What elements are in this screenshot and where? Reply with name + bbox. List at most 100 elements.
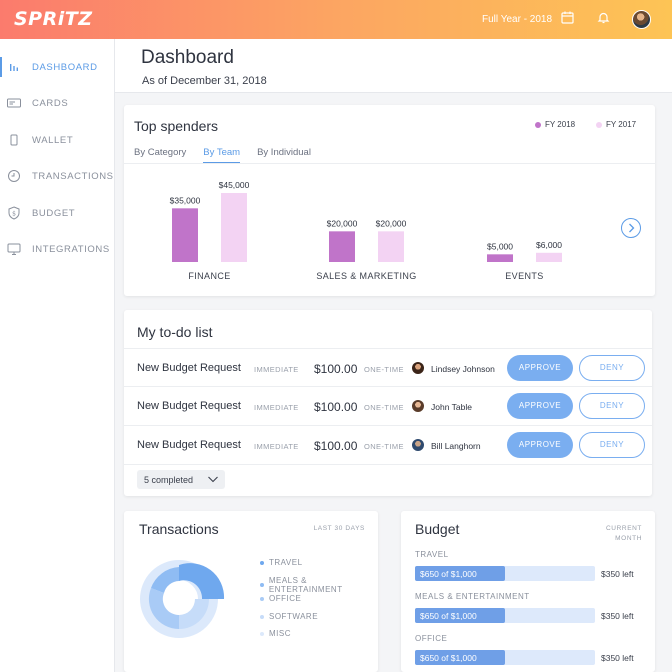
- top-spenders-card: Top spenders FY 2018 FY 2017 By Category…: [124, 105, 655, 296]
- period-selector[interactable]: Full Year - 2018: [482, 14, 552, 25]
- divider: [124, 163, 655, 164]
- avatar: [412, 439, 424, 451]
- transactions-card: Transactions LAST 30 DAYS TRAVEL MEALS &…: [124, 511, 378, 672]
- bar: [221, 193, 247, 262]
- category-label: SALES & MARKETING: [316, 271, 416, 281]
- completed-label: 5 completed: [144, 475, 194, 485]
- tab-by-individual[interactable]: By Individual: [257, 147, 311, 163]
- sidebar-item-integrations[interactable]: INTEGRATIONS: [0, 239, 115, 259]
- legend-label: MEALS & ENTERTAINMENT: [268, 576, 343, 594]
- todo-row: New Budget Request IMMEDIATE $100.00 ONE…: [124, 426, 652, 465]
- card-title: My to-do list: [137, 324, 213, 340]
- legend-dot: [260, 583, 264, 587]
- bell-icon[interactable]: [597, 11, 610, 24]
- todo-priority: IMMEDIATE: [254, 442, 299, 451]
- data-label: $35,000: [170, 195, 201, 205]
- legend-dot: [260, 631, 264, 636]
- legend-swatch: [596, 121, 602, 128]
- sidebar-item-cards[interactable]: CARDS: [0, 93, 115, 113]
- legend-swatch: [535, 121, 541, 128]
- budget-category: TRAVEL: [415, 550, 449, 559]
- data-label: $5,000: [487, 241, 513, 251]
- data-label: $6,000: [536, 240, 562, 250]
- top-bar: SPRiTZ Full Year - 2018: [0, 0, 672, 39]
- legend-label: TRAVEL: [269, 558, 303, 567]
- bar: [378, 231, 404, 262]
- sidebar-item-budget[interactable]: $ BUDGET: [0, 203, 115, 223]
- legend-label: MISC: [269, 629, 291, 638]
- legend-label: OFFICE: [269, 594, 302, 603]
- calendar-icon[interactable]: [561, 11, 574, 24]
- approve-button[interactable]: APPROVE: [507, 432, 573, 458]
- approve-button[interactable]: APPROVE: [507, 393, 573, 419]
- todo-title: New Budget Request: [137, 439, 241, 451]
- budget-card: Budget CURRENT MONTH TRAVEL $650 of $1,0…: [401, 511, 655, 672]
- monitor-icon: [7, 243, 21, 255]
- todo-amount: $100.00: [314, 362, 358, 376]
- budget-progress-bar: $650 of $1,000: [415, 608, 595, 623]
- budget-progress-fill: $650 of $1,000: [415, 566, 505, 581]
- deny-button[interactable]: DENY: [579, 393, 645, 419]
- avatar: [412, 362, 424, 374]
- page-header: Dashboard As of December 31, 2018: [115, 39, 672, 93]
- sidebar: DASHBOARD CARDS WALLET TRANSACTIONS $ BU…: [0, 39, 115, 672]
- next-button[interactable]: [621, 218, 641, 238]
- card-title: Transactions: [139, 521, 219, 537]
- shield-dollar-icon: $: [8, 206, 20, 220]
- legend-dot: [260, 560, 264, 565]
- data-label: $45,000: [219, 180, 250, 190]
- budget-progress-fill: $650 of $1,000: [415, 608, 505, 623]
- todo-row: New Budget Request IMMEDIATE $100.00 ONE…: [124, 348, 652, 387]
- phone-icon: [10, 134, 18, 146]
- sidebar-item-wallet[interactable]: WALLET: [0, 130, 115, 150]
- todo-row: New Budget Request IMMEDIATE $100.00 ONE…: [124, 387, 652, 426]
- budget-spent-label: $650 of $1,000: [420, 653, 477, 663]
- tab-by-team[interactable]: By Team: [203, 147, 241, 163]
- todo-person: Bill Langhorn: [431, 441, 481, 451]
- clock-icon: [8, 170, 20, 182]
- deny-button[interactable]: DENY: [579, 355, 645, 381]
- sidebar-item-label: CARDS: [32, 98, 69, 109]
- budget-remaining: $350 left: [601, 611, 634, 621]
- sidebar-item-transactions[interactable]: TRANSACTIONS: [0, 166, 115, 186]
- tab-by-category[interactable]: By Category: [134, 147, 186, 163]
- legend-item: MISC: [260, 629, 291, 638]
- budget-remaining: $350 left: [601, 653, 634, 663]
- sidebar-item-label: TRANSACTIONS: [32, 171, 114, 182]
- deny-button[interactable]: DENY: [579, 432, 645, 458]
- card-title: Top spenders: [134, 118, 219, 134]
- sidebar-item-label: BUDGET: [32, 208, 76, 219]
- legend-dot: [260, 596, 264, 601]
- svg-text:$: $: [12, 211, 16, 218]
- transactions-donut-chart: [140, 560, 225, 638]
- top-spenders-chart: $35,000 $45,000 FINANCE $20,000 $20,000 SALES…: [170, 180, 563, 281]
- category-label: EVENTS: [505, 271, 543, 281]
- user-avatar[interactable]: [632, 10, 651, 29]
- todo-amount: $100.00: [314, 400, 358, 414]
- app-logo[interactable]: SPRiTZ: [14, 8, 93, 30]
- todo-person: Lindsey Johnson: [431, 364, 495, 374]
- page-subtitle: As of December 31, 2018: [142, 75, 267, 87]
- todo-person: John Table: [431, 402, 472, 412]
- period-line: MONTH: [615, 535, 642, 542]
- card-icon: [7, 98, 21, 108]
- sidebar-item-label: INTEGRATIONS: [32, 244, 110, 255]
- spender-tabs: By Category By Team By Individual: [134, 147, 328, 163]
- todo-title: New Budget Request: [137, 400, 241, 412]
- todo-priority: IMMEDIATE: [254, 403, 299, 412]
- budget-progress-bar: $650 of $1,000: [415, 650, 595, 665]
- completed-dropdown[interactable]: 5 completed: [137, 470, 225, 489]
- page-title: Dashboard: [141, 47, 234, 68]
- bar: [487, 254, 513, 262]
- legend-label: SOFTWARE: [269, 612, 319, 621]
- bar-chart-icon: [10, 64, 18, 71]
- sidebar-item-dashboard[interactable]: DASHBOARD: [0, 57, 115, 77]
- legend-item: TRAVEL: [260, 558, 303, 567]
- budget-remaining: $350 left: [601, 569, 634, 579]
- approve-button[interactable]: APPROVE: [507, 355, 573, 381]
- period-line: CURRENT: [606, 525, 642, 532]
- budget-category: OFFICE: [415, 634, 448, 643]
- avatar: [412, 400, 424, 412]
- todo-priority: IMMEDIATE: [254, 365, 299, 374]
- budget-progress-fill: $650 of $1,000: [415, 650, 505, 665]
